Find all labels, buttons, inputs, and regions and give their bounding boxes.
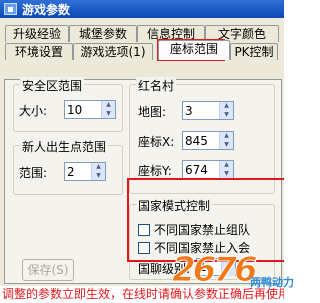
tab-upgrade-exp[interactable]: 升级经验 bbox=[5, 25, 69, 42]
checkbox-label: 不同国家禁止入会 bbox=[154, 241, 251, 255]
tab-panel: 安全区范围 大小: 10 ▲ ▼ 新人出生点范围 范围: 2 ▲ ▼ 红名村 地图:… bbox=[4, 77, 282, 284]
size-value: 10 bbox=[67, 102, 83, 117]
checkbox-label: 不同国家禁止组队 bbox=[154, 223, 251, 237]
nation-mode-title: 国家模式控制 bbox=[136, 197, 213, 214]
range-value: 2 bbox=[67, 164, 75, 179]
tab-castle-params[interactable]: 城堡参数 bbox=[69, 25, 137, 42]
red-village-title: 红名村 bbox=[136, 77, 177, 94]
nation-mode-group: 国家模式控制 不同国家禁止组队 不同国家禁止入会 国聊级别: 1 ▲ ▼ bbox=[129, 197, 275, 280]
chat-level-spin-arrows[interactable]: ▲ ▼ bbox=[221, 258, 235, 276]
tab-pk-control[interactable]: PK控制 bbox=[230, 43, 278, 60]
checkbox-box[interactable] bbox=[138, 223, 150, 236]
range-label: 范围: bbox=[19, 166, 48, 180]
save-button[interactable]: 保存(S) bbox=[22, 259, 74, 281]
coord-y-label: 座标Y: bbox=[138, 164, 172, 178]
no-cross-nation-team-checkbox[interactable]: 不同国家禁止组队 bbox=[138, 221, 250, 238]
safe-zone-group: 安全区范围 大小: 10 ▲ ▼ bbox=[13, 77, 123, 132]
safe-zone-title: 安全区范围 bbox=[20, 77, 85, 94]
size-spinner[interactable]: 10 ▲ ▼ bbox=[64, 100, 116, 119]
coord-x-label: 座标X: bbox=[138, 135, 175, 149]
coord-x-spin-arrows[interactable]: ▲ ▼ bbox=[219, 132, 233, 149]
red-village-group: 红名村 地图: 3 ▲ ▼ 座标X: 845 ▲ ▼ 座标Y: 674 ▲ ▼ bbox=[129, 77, 275, 194]
newbie-title: 新人出生点范围 bbox=[20, 138, 109, 155]
map-spinner[interactable]: 3 ▲ ▼ bbox=[182, 101, 234, 120]
title-bar: 游戏参数 bbox=[0, 0, 284, 18]
app-icon bbox=[4, 3, 17, 15]
chat-level-spinner[interactable]: 1 ▲ ▼ bbox=[196, 258, 236, 276]
coord-x-value: 845 bbox=[185, 133, 208, 148]
coord-y-spin-arrows[interactable]: ▲ ▼ bbox=[219, 161, 233, 178]
coord-y-value: 674 bbox=[185, 162, 208, 177]
footer-note: 调整的参数立即生效，在线时请确认参数正确后再使用此参数! bbox=[0, 286, 284, 303]
range-spin-arrows[interactable]: ▲ ▼ bbox=[91, 163, 105, 180]
window-title: 游戏参数 bbox=[22, 2, 71, 17]
size-label: 大小: bbox=[19, 104, 48, 118]
coord-y-spinner[interactable]: 674 ▲ ▼ bbox=[182, 160, 234, 179]
tab-environment[interactable]: 环境设置 bbox=[5, 43, 73, 60]
chat-level-value: 1 bbox=[199, 260, 207, 274]
tab-game-options[interactable]: 游戏选项(1) bbox=[73, 43, 153, 60]
no-cross-nation-guild-checkbox[interactable]: 不同国家禁止入会 bbox=[138, 239, 250, 256]
newbie-group: 新人出生点范围 范围: 2 ▲ ▼ bbox=[13, 138, 123, 195]
tab-coordinate-range[interactable]: 座标范围 bbox=[158, 40, 230, 60]
range-spinner[interactable]: 2 ▲ ▼ bbox=[64, 162, 106, 181]
checkbox-box[interactable] bbox=[138, 241, 150, 254]
map-label: 地图: bbox=[138, 105, 167, 119]
coord-x-spinner[interactable]: 845 ▲ ▼ bbox=[182, 131, 234, 150]
size-spin-arrows[interactable]: ▲ ▼ bbox=[101, 101, 115, 118]
dialog-body: 升级经验 城堡参数 信息控制 文字颜色 环境设置 游戏选项(1) 座标范围 PK… bbox=[0, 18, 284, 286]
map-spin-arrows[interactable]: ▲ ▼ bbox=[219, 102, 233, 119]
chat-level-label: 国聊级别: bbox=[138, 262, 191, 276]
map-value: 3 bbox=[185, 103, 193, 118]
